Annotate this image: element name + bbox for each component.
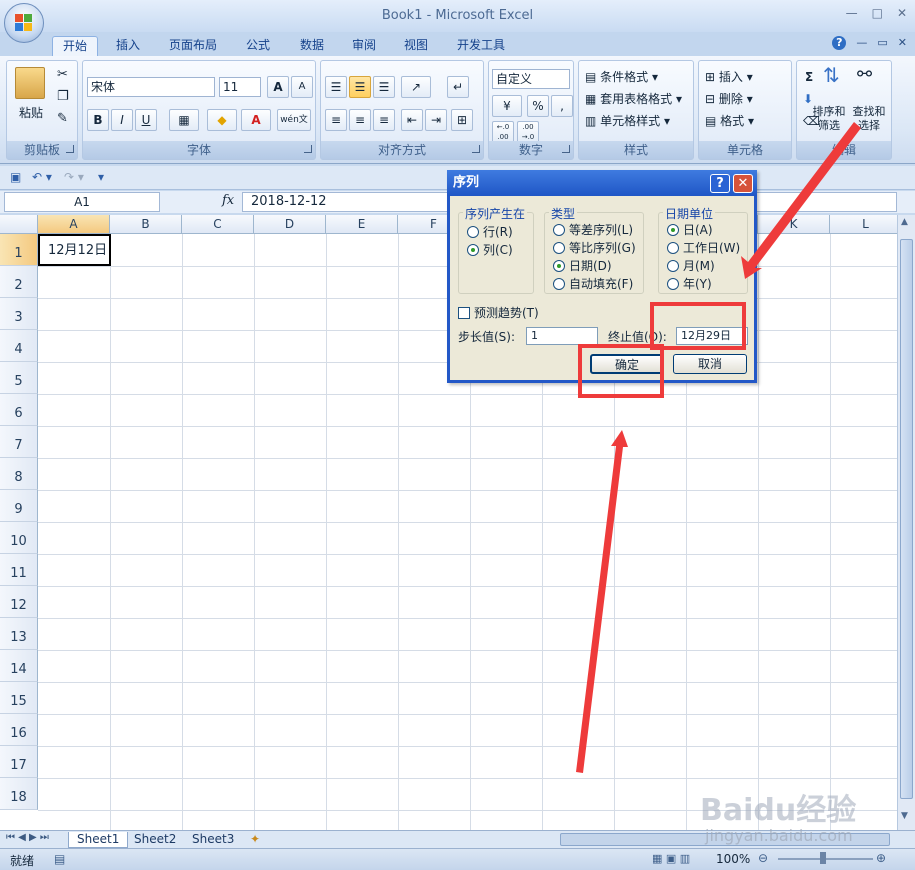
arrow-to-ok-button <box>576 430 628 773</box>
annotation-arrows <box>576 122 861 773</box>
office-logo-icon <box>15 14 33 32</box>
arrow-to-date-unit <box>741 122 861 279</box>
office-button[interactable] <box>4 3 44 43</box>
